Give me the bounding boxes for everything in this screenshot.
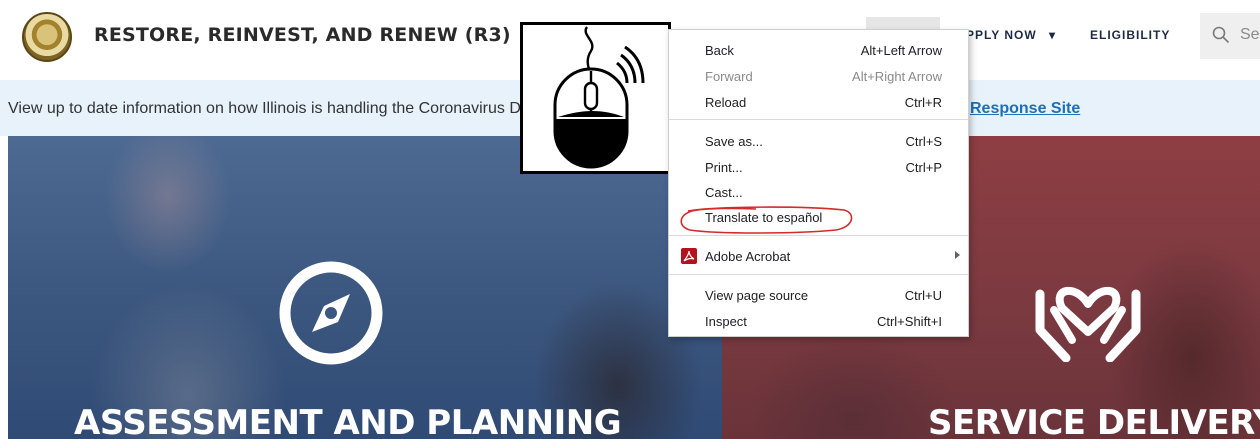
menu-item-print[interactable]: Print... Ctrl+P <box>669 155 968 179</box>
hero-panel-assessment[interactable]: ASSESSMENT AND PLANNING <box>8 136 722 439</box>
menu-item-cast[interactable]: Cast... <box>669 180 968 204</box>
hero-title-assessment: ASSESSMENT AND PLANNING <box>74 403 622 439</box>
menu-item-view-source[interactable]: View page source Ctrl+U <box>669 283 968 307</box>
menu-item-label: Cast... <box>705 185 743 200</box>
menu-item-label: Reload <box>705 95 747 110</box>
menu-separator <box>669 274 968 275</box>
menu-item-shortcut: Ctrl+U <box>904 288 942 303</box>
menu-item-adobe-acrobat[interactable]: Adobe Acrobat <box>669 244 968 268</box>
menu-item-inspect[interactable]: Inspect Ctrl+Shift+I <box>669 309 968 333</box>
menu-item-forward: Forward Alt+Right Arrow <box>669 64 968 88</box>
search-icon <box>1212 26 1230 44</box>
mouse-right-click-icon <box>553 26 645 169</box>
compass-icon <box>279 261 383 365</box>
menu-item-label: Save as... <box>705 134 763 149</box>
state-seal-logo[interactable] <box>22 12 72 62</box>
menu-item-label: Back <box>705 43 734 58</box>
menu-item-shortcut: Ctrl+P <box>905 160 942 175</box>
hero-title-service: SERVICE DELIVERY <box>928 403 1260 439</box>
context-menu: Back Alt+Left Arrow Forward Alt+Right Ar… <box>668 29 969 337</box>
hands-heart-icon <box>1035 286 1141 362</box>
menu-item-save-as[interactable]: Save as... Ctrl+S <box>669 129 968 153</box>
chevron-down-icon: ▾ <box>1049 28 1057 42</box>
site-title[interactable]: RESTORE, REINVEST, AND RENEW (R3) <box>94 24 511 46</box>
banner-text: View up to date information on how Illin… <box>8 100 521 117</box>
banner-response-link[interactable]: Response Site <box>970 100 1080 118</box>
menu-item-shortcut: Alt+Left Arrow <box>860 43 942 58</box>
nav-apply-label: PPLY NOW <box>966 28 1037 42</box>
menu-item-shortcut: Alt+Right Arrow <box>852 69 942 84</box>
nav-item-apply-now[interactable]: PPLY NOW ▾ <box>966 28 1056 42</box>
menu-item-shortcut: Ctrl+R <box>904 95 942 110</box>
menu-item-label: View page source <box>705 288 809 303</box>
menu-separator <box>669 235 968 236</box>
submenu-arrow-icon <box>955 251 960 259</box>
nav-item-eligibility[interactable]: ELIGIBILITY <box>1090 28 1170 42</box>
menu-item-shortcut: Ctrl+S <box>905 134 942 149</box>
menu-item-label: Forward <box>705 69 753 84</box>
adobe-acrobat-icon <box>681 248 697 264</box>
menu-separator <box>669 119 968 120</box>
menu-item-reload[interactable]: Reload Ctrl+R <box>669 90 968 114</box>
menu-item-back[interactable]: Back Alt+Left Arrow <box>669 38 968 62</box>
search-placeholder: Se <box>1240 26 1260 43</box>
menu-item-label: Inspect <box>705 314 747 329</box>
annotation-circle <box>680 206 853 234</box>
menu-item-label: Adobe Acrobat <box>705 249 791 264</box>
menu-item-label: Print... <box>705 160 743 175</box>
menu-item-shortcut: Ctrl+Shift+I <box>876 314 942 329</box>
mouse-right-click-illustration <box>520 22 671 174</box>
